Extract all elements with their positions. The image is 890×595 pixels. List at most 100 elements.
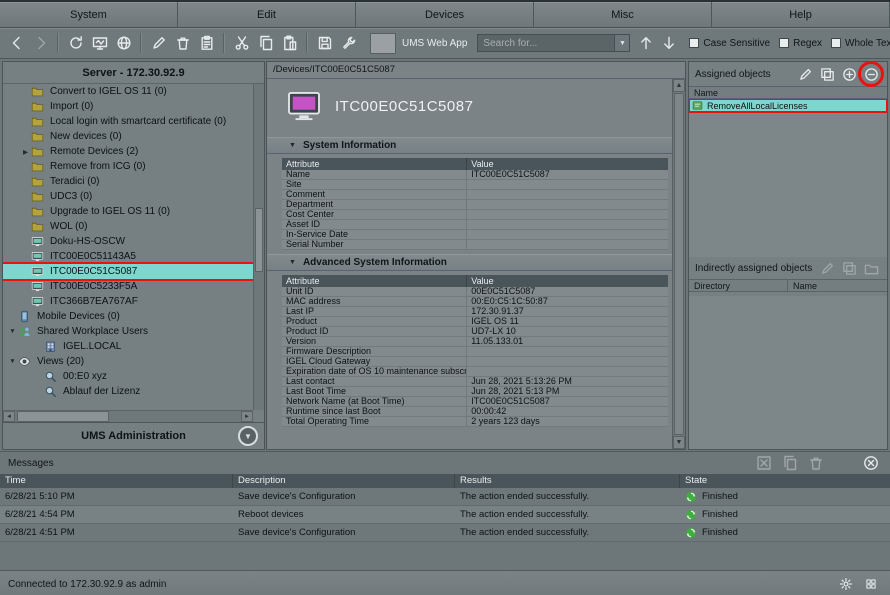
attribute-row-site[interactable]: Site (282, 180, 668, 190)
attribute-row-last-ip[interactable]: Last IP172.30.91.37 (282, 307, 668, 317)
tree-item-itc00e0c5233f5a[interactable]: ITC00E0C5233F5A (3, 279, 253, 294)
attribute-row-last-boot-time[interactable]: Last Boot TimeJun 28, 2021 5:13 PM (282, 387, 668, 397)
collapse-triangle-icon[interactable]: ▼ (289, 259, 296, 266)
tree-vertical-scrollbar[interactable] (253, 84, 264, 410)
tree-item-itc00e0c51143a5[interactable]: ITC00E0C51143A5 (3, 249, 253, 264)
tree-item-teradici-0[interactable]: Teradici (0) (3, 174, 253, 189)
message-row[interactable]: 6/28/21 4:54 PMReboot devicesThe action … (0, 506, 890, 524)
refresh-button[interactable] (64, 32, 87, 55)
find-previous-button[interactable] (634, 32, 657, 55)
tree-item-shared-workplace-users[interactable]: ▼Shared Workplace Users (3, 324, 253, 339)
edit-button[interactable] (147, 32, 170, 55)
save-button[interactable] (313, 32, 336, 55)
copy-indirect-button[interactable] (840, 259, 859, 278)
attribute-row-total-operating-time[interactable]: Total Operating Time2 years 123 days (282, 417, 668, 427)
ums-web-app-button[interactable] (370, 33, 396, 54)
find-next-button[interactable] (657, 32, 680, 55)
forward-button[interactable] (29, 32, 52, 55)
edit-indirect-button[interactable] (818, 259, 837, 278)
expand-administration-icon[interactable]: ▼ (238, 426, 258, 446)
network-button[interactable] (112, 32, 135, 55)
case-sensitive-checkbox[interactable]: Case Sensitive (689, 38, 770, 49)
clear-message-button[interactable] (752, 452, 775, 475)
collapse-triangle-icon[interactable]: ▼ (289, 142, 296, 149)
tree-item-new-devices-0[interactable]: New devices (0) (3, 129, 253, 144)
edit-assigned-button[interactable] (796, 65, 815, 84)
assigned-object-row[interactable]: RemoveAllLocalLicenses (689, 99, 887, 112)
attribute-row-product[interactable]: ProductIGEL OS 11 (282, 317, 668, 327)
checkbox-icon[interactable] (779, 38, 789, 48)
menu-misc[interactable]: Misc (534, 2, 712, 28)
tree-item-import-0[interactable]: Import (0) (3, 99, 253, 114)
expander-expanded-icon[interactable]: ▼ (7, 328, 18, 335)
search-dropdown-icon[interactable]: ▼ (615, 34, 630, 52)
scan-devices-button[interactable] (88, 32, 111, 55)
attribute-row-asset-id[interactable]: Asset ID (282, 220, 668, 230)
attribute-row-in-service-date[interactable]: In-Service Date (282, 230, 668, 240)
delete-message-button[interactable] (804, 452, 827, 475)
attribute-row-runtime-since-last-boot[interactable]: Runtime since last Boot00:00:42 (282, 407, 668, 417)
regex-checkbox[interactable]: Regex (779, 38, 822, 49)
expander-expanded-icon[interactable]: ▼ (7, 358, 18, 365)
attribute-row-cost-center[interactable]: Cost Center (282, 210, 668, 220)
section-header-advanced-system-information[interactable]: ▼Advanced System Information (267, 254, 672, 271)
scroll-down-icon[interactable]: ▼ (673, 436, 685, 449)
attribute-row-version[interactable]: Version11.05.133.01 (282, 337, 668, 347)
copy-button[interactable] (254, 32, 277, 55)
ums-administration-section[interactable]: UMS Administration ▼ (3, 422, 264, 449)
attribute-row-name[interactable]: NameITC00E0C51C5087 (282, 170, 668, 180)
tree-item-udc3-0[interactable]: UDC3 (0) (3, 189, 253, 204)
whole-text-checkbox[interactable]: Whole Text (831, 38, 890, 49)
back-button[interactable] (5, 32, 28, 55)
close-messages-button[interactable] (859, 452, 882, 475)
menu-edit[interactable]: Edit (178, 2, 356, 28)
tree-item-wol-0[interactable]: WOL (0) (3, 219, 253, 234)
message-row[interactable]: 6/28/21 5:10 PMSave device's Configurati… (0, 488, 890, 506)
scrollbar-thumb[interactable] (17, 411, 109, 422)
remove-assigned-object-button[interactable] (862, 65, 881, 84)
tree-item-doku-hs-oscw[interactable]: Doku-HS-OSCW (3, 234, 253, 249)
tree-item-itc366b7ea767af[interactable]: ITC366B7EA767AF (3, 294, 253, 309)
scroll-right-icon[interactable]: ► (241, 411, 253, 422)
tree-item-views-20[interactable]: ▼Views (20) (3, 354, 253, 369)
menu-help[interactable]: Help (712, 2, 890, 28)
add-assigned-object-button[interactable] (840, 65, 859, 84)
checkbox-icon[interactable] (689, 38, 699, 48)
menu-devices[interactable]: Devices (356, 2, 534, 28)
tree-item-convert-to-igel-os-11-0[interactable]: Convert to IGEL OS 11 (0) (3, 84, 253, 99)
tools-button[interactable] (337, 32, 360, 55)
open-folder-button[interactable] (862, 259, 881, 278)
attribute-row-network-name-at-boot-time[interactable]: Network Name (at Boot Time)ITC00E0C51C50… (282, 397, 668, 407)
tree-item-igel-local[interactable]: IGEL.LOCAL (3, 339, 253, 354)
message-row[interactable]: 6/28/21 4:51 PMSave device's Configurati… (0, 524, 890, 542)
scrollbar-thumb[interactable] (255, 208, 263, 272)
detail-vertical-scrollbar[interactable]: ▲ ▼ (672, 79, 685, 449)
section-header-system-information[interactable]: ▼System Information (267, 137, 672, 154)
attribute-row-last-contact[interactable]: Last contactJun 28, 2021 5:13:26 PM (282, 377, 668, 387)
grid-view-button[interactable] (859, 573, 882, 595)
attribute-row-unit-id[interactable]: Unit ID00E0C51C5087 (282, 287, 668, 297)
attribute-row-mac-address[interactable]: MAC address00:E0:C5:1C:50:87 (282, 297, 668, 307)
attribute-row-product-id[interactable]: Product IDUD7-LX 10 (282, 327, 668, 337)
expander-collapsed-icon[interactable]: ▶ (20, 148, 31, 156)
copy-message-button[interactable] (778, 452, 801, 475)
tree-item-ablauf-der-lizenz[interactable]: Ablauf der Lizenz (3, 384, 253, 399)
scroll-up-icon[interactable]: ▲ (673, 79, 685, 92)
settings-gear-button[interactable] (834, 573, 857, 595)
delete-button[interactable] (171, 32, 194, 55)
tree-item-local-login-with-smartcard-certificate-0[interactable]: Local login with smartcard certificate (… (3, 114, 253, 129)
tree-item-itc00e0c51c5087[interactable]: ITC00E0C51C5087 (3, 264, 253, 279)
scrollbar-thumb[interactable] (674, 93, 684, 435)
attribute-row-firmware-description[interactable]: Firmware Description (282, 347, 668, 357)
checkbox-icon[interactable] (831, 38, 841, 48)
scroll-left-icon[interactable]: ◄ (3, 411, 15, 422)
paste-button[interactable] (278, 32, 301, 55)
tree-item-remove-from-icg-0[interactable]: Remove from ICG (0) (3, 159, 253, 174)
attribute-row-department[interactable]: Department (282, 200, 668, 210)
menu-system[interactable]: System (0, 2, 178, 28)
tree-horizontal-scrollbar[interactable]: ◄ ► (3, 410, 253, 422)
attribute-row-comment[interactable]: Comment (282, 190, 668, 200)
attribute-row-igel-cloud-gateway[interactable]: IGEL Cloud Gateway (282, 357, 668, 367)
tree-item-remote-devices-2[interactable]: ▶Remote Devices (2) (3, 144, 253, 159)
search-input[interactable] (477, 34, 615, 52)
